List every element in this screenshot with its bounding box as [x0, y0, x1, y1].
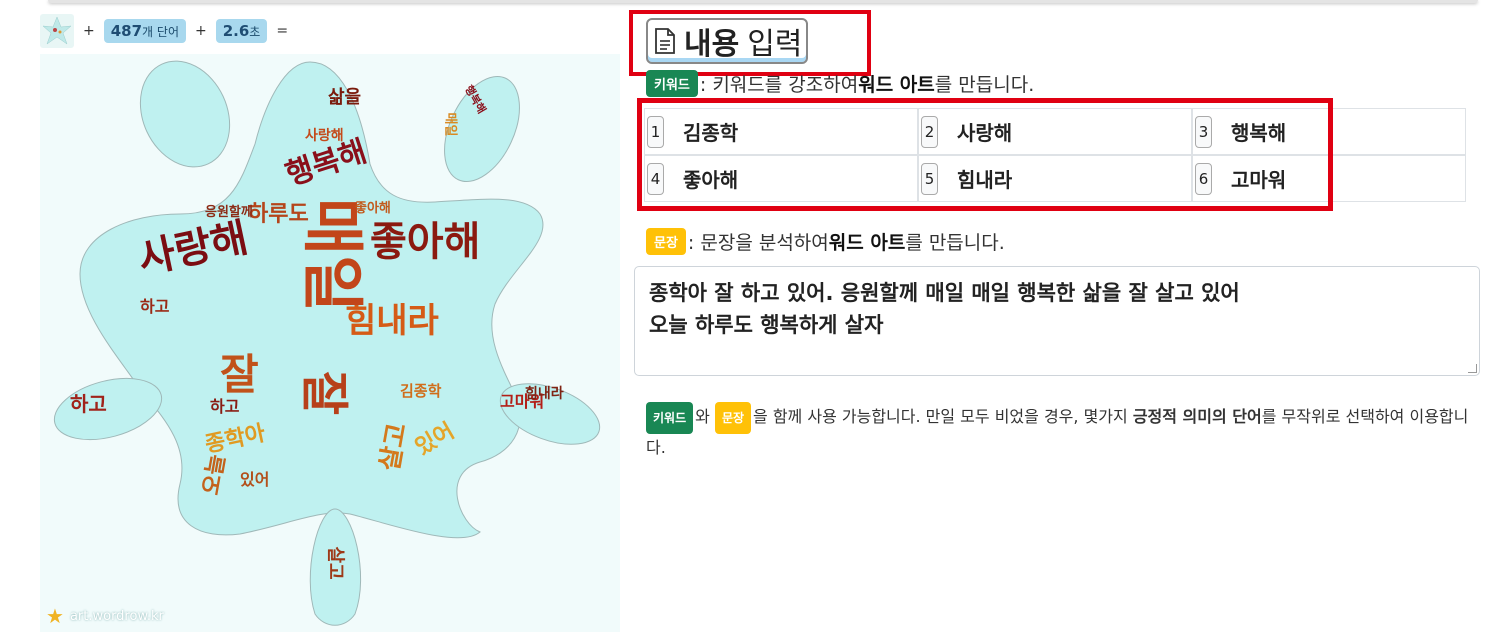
plus-sign: + [83, 23, 95, 39]
time-value: 2.6 [222, 22, 250, 40]
keyword-highlight-box [637, 98, 1333, 211]
word-eungwonhalkke: 응원할께 [205, 205, 253, 220]
title-highlight-box [629, 10, 871, 76]
sentence-hint: 문장 : 문장을 분석하여 워드 아트 를 만듭니다. [646, 228, 1005, 255]
word-salgo: 살고 [374, 420, 413, 474]
keyword-hint-pre: : 키워드를 강조하여 [699, 74, 859, 96]
note-sentence-badge: 문장 [714, 402, 752, 434]
word-salja: 살고 [324, 546, 346, 580]
plus-sign-2: + [194, 23, 207, 39]
word-hago: 하고 [70, 392, 107, 416]
word-hago-2: 하고 [140, 297, 170, 316]
word-kimjonghak: 김종학 [400, 382, 442, 400]
resize-handle-icon[interactable] [1468, 364, 1477, 373]
sentence-badge: 문장 [646, 228, 686, 255]
time-unit: 초 [249, 25, 261, 39]
word-jal-2: 잘 [296, 370, 353, 416]
sentence-hint-bold: 워드 아트 [828, 232, 906, 254]
wordart-thumbnail[interactable] [40, 14, 74, 48]
note-keyword-badge: 키워드 [646, 402, 694, 434]
keyword-hint-post: 를 만듭니다. [934, 74, 1035, 96]
sentence-textarea[interactable]: 종학아 잘 하고 있어. 응원할께 매일 매일 행복한 삶을 잘 살고 있어 오… [634, 266, 1480, 376]
wordart-image[interactable]: 사랑해 좋아해 힘내라 행복해 하루도 잘 매일 종학아 삶을 살고 있어 하고… [40, 54, 620, 632]
equals-sign: = [276, 23, 289, 39]
word-saranghae-2: 사랑해 [305, 128, 344, 144]
time-badge: 2.6초 [215, 19, 268, 43]
word-count-value: 487 [110, 22, 143, 40]
sentence-hint-pre: : 문장을 분석하여 [687, 232, 829, 254]
wordrow-watermark: ★ art.wordrow.kr [46, 604, 164, 628]
usage-note: 키워드 와 문장 을 함께 사용 가능합니다. 만일 모두 비었을 경우, 몇가지 … [646, 402, 1476, 462]
sentence-hint-post: 를 만듭니다. [905, 232, 1005, 254]
star-icon: ★ [46, 604, 64, 628]
watermark-text: art.wordrow.kr [69, 608, 164, 624]
word-jal: 잘 [220, 350, 259, 399]
keyword-hint-bold: 워드 아트 [858, 74, 935, 96]
note-mid2: 을 함께 사용 가능합니다. 만일 모두 비었을 경우, 몇가지 [753, 407, 1133, 426]
keyword-hint: 키워드 : 키워드를 강조하여 워드 아트 를 만듭니다. [646, 70, 1034, 97]
word-isseo-2: 있어 [240, 470, 270, 489]
word-joahae: 좋아해 [370, 219, 481, 265]
word-count-unit: 개 단어 [142, 25, 179, 39]
word-hago-3: 하고 [210, 397, 240, 416]
word-joahae-2: 좋아해 [355, 201, 391, 216]
note-mid1: 와 [695, 407, 715, 426]
note-bold: 긍정적 의미의 단어 [1132, 407, 1262, 426]
top-divider [48, 0, 1478, 3]
word-himnaera-2: 힘내라 [525, 386, 564, 402]
keyword-badge: 키워드 [646, 70, 698, 97]
word-maeil: 매일 [296, 197, 370, 313]
sentence-line-2: 오늘 하루도 행복하게 살자 [649, 313, 884, 337]
word-salmeul: 삶을 [328, 87, 362, 108]
stats-row: + 487개 단어 + 2.6초 = [40, 14, 297, 48]
word-count-badge: 487개 단어 [103, 19, 186, 43]
word-maeil-2: 매일 [442, 112, 458, 137]
sentence-line-1: 종학아 잘 하고 있어. 응원할께 매일 매일 행복한 삶을 잘 살고 있어 [649, 281, 1240, 305]
